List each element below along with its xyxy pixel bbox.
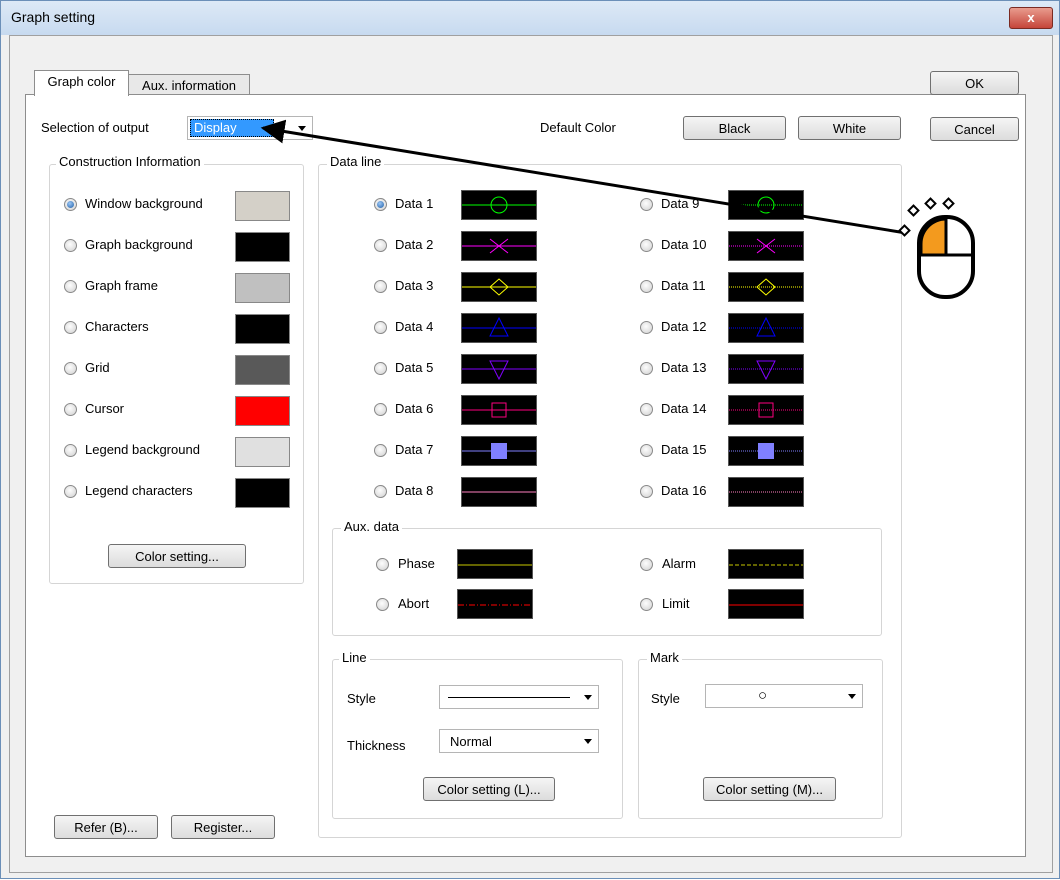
- pointer-arrow: [260, 119, 907, 235]
- mouse-left-click-icon: [898, 197, 975, 299]
- annotation-overlay: [260, 119, 975, 299]
- tab-graph-color[interactable]: Graph color: [34, 70, 129, 96]
- graph-setting-dialog: Graph setting x Graph color Aux. informa…: [0, 0, 1060, 879]
